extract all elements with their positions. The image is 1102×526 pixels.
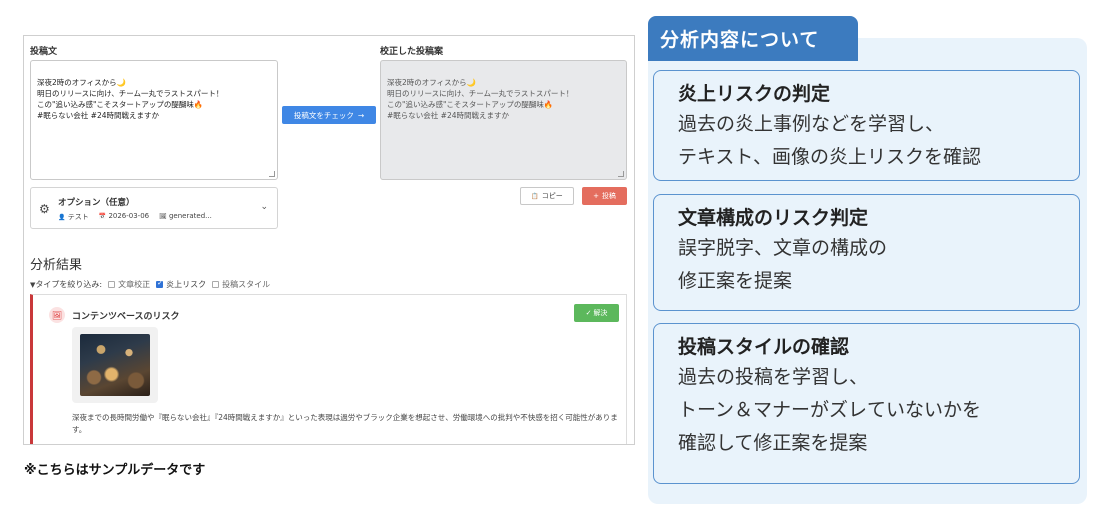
info-box-line: 過去の炎上事例などを学習し、 xyxy=(678,113,945,135)
checkbox-unchecked[interactable] xyxy=(108,281,116,288)
filter-checkbox-proofread[interactable]: 文章校正 xyxy=(108,279,150,290)
filter-option-label: 炎上リスク xyxy=(166,280,207,289)
option-date-value: 2026-03-06 xyxy=(108,212,150,220)
filter-checkbox-flame-risk[interactable]: 炎上リスク xyxy=(156,279,206,290)
arrow-right-icon: → xyxy=(357,110,365,120)
filter-label-text: タイプを絞り込み: xyxy=(35,280,103,289)
calendar-icon: 📅 xyxy=(98,213,107,220)
info-box-line: 誤字脱字、文章の構成の xyxy=(678,237,888,259)
image-risk-icon: 🖼 xyxy=(49,307,65,323)
resize-handle[interactable] xyxy=(618,171,624,177)
resize-handle[interactable] xyxy=(269,171,275,177)
corrected-post-textarea[interactable]: 深夜2時のオフィスから🌙 明日のリリースに向け、チーム一丸でラストスパート！ こ… xyxy=(380,60,627,180)
user-icon: 👤 xyxy=(58,214,66,221)
options-meta: 👤 テスト 📅 2026-03-06 🖼 generated... xyxy=(58,212,212,222)
type-filter: ▼タイプを絞り込み: 文章校正 炎上リスク 投稿スタイル xyxy=(30,279,270,290)
info-panel-tab: 分析内容について xyxy=(648,16,858,61)
check-post-button-label: 投稿文をチェック xyxy=(293,110,354,120)
options-accordion[interactable]: ⚙ オプション（任意） 👤 テスト 📅 2026-03-06 🖼 generat… xyxy=(30,187,278,229)
filter-option-label: 投稿スタイル xyxy=(222,280,271,289)
info-box-line: テキスト、画像の炎上リスクを確認 xyxy=(678,146,982,168)
copy-button[interactable]: 📋 コピー xyxy=(520,187,574,205)
checkbox-checked[interactable] xyxy=(156,279,164,288)
original-post-label: 投稿文 xyxy=(30,47,58,57)
filter-option-label: 文章校正 xyxy=(118,280,151,289)
plus-icon: + xyxy=(593,192,599,200)
info-box-text-structure: 文章構成のリスク判定 誤字脱字、文章の構成の 修正案を提案 xyxy=(653,194,1080,311)
gear-icon: ⚙ xyxy=(39,202,50,216)
copy-button-label: コピー xyxy=(541,192,563,200)
image-icon: 🖼 xyxy=(159,213,167,220)
info-box-title: 投稿スタイルの確認 xyxy=(678,336,850,358)
option-date: 📅 2026-03-06 xyxy=(99,212,149,222)
office-night-photo xyxy=(80,334,150,396)
info-box-flame-risk: 炎上リスクの判定 過去の炎上事例などを学習し、 テキスト、画像の炎上リスクを確認 xyxy=(653,70,1080,181)
option-user: 👤 テスト xyxy=(58,212,89,222)
corrected-post-text: 深夜2時のオフィスから🌙 明日のリリースに向け、チーム一丸でラストスパート！ こ… xyxy=(387,78,574,120)
info-box-line: 過去の投稿を学習し、 xyxy=(678,366,869,388)
image-thumbnail[interactable] xyxy=(72,327,158,403)
option-image-value: generated... xyxy=(168,212,212,220)
info-box-title: 文章構成のリスク判定 xyxy=(678,207,869,229)
original-post-text: 深夜2時のオフィスから🌙 明日のリリースに向け、チーム一丸でラストスパート！ こ… xyxy=(37,78,224,120)
risk-description: 深夜までの長時間労働や『眠らない会社』『24時間戦えますか』といった表現は過労や… xyxy=(72,413,618,434)
info-box-post-style: 投稿スタイルの確認 過去の投稿を学習し、 トーン＆マナーがズレていないかを 確認… xyxy=(653,323,1080,484)
original-post-textarea[interactable]: 深夜2時のオフィスから🌙 明日のリリースに向け、チーム一丸でラストスパート！ こ… xyxy=(30,60,278,180)
checkbox-unchecked[interactable] xyxy=(212,281,220,288)
info-box-line: 確認して修正案を提案 xyxy=(678,432,868,454)
info-box-line: 修正案を提案 xyxy=(678,270,793,292)
options-title: オプション（任意） xyxy=(58,198,135,208)
filter-checkbox-post-style[interactable]: 投稿スタイル xyxy=(212,279,270,290)
chevron-down-icon[interactable]: ⌄ xyxy=(260,202,268,212)
app-window: 投稿文 深夜2時のオフィスから🌙 明日のリリースに向け、チーム一丸でラストスパー… xyxy=(23,35,635,445)
risk-card-title: コンテンツベースのリスク xyxy=(72,312,180,322)
check-icon: ✓ xyxy=(585,309,592,317)
sample-data-note: ※こちらはサンプルデータです xyxy=(24,463,206,478)
risk-result-card: 🖼 コンテンツベースのリスク ✓ 解決 深夜までの長時間労働や『眠らない会社』『… xyxy=(30,294,627,444)
post-button[interactable]: + 投稿 xyxy=(582,187,627,205)
post-button-label: 投稿 xyxy=(601,192,616,200)
check-post-button[interactable]: 投稿文をチェック → xyxy=(282,106,376,124)
copy-icon: 📋 xyxy=(531,192,539,200)
corrected-post-label: 校正した投稿案 xyxy=(380,47,444,57)
info-box-title: 炎上リスクの判定 xyxy=(678,83,831,105)
option-user-value: テスト xyxy=(67,213,89,221)
filter-label: ▼タイプを絞り込み: xyxy=(30,279,102,290)
resolve-button[interactable]: ✓ 解決 xyxy=(574,304,619,322)
resolve-button-label: 解決 xyxy=(593,309,608,317)
info-box-line: トーン＆マナーがズレていないかを xyxy=(678,399,982,421)
option-image: 🖼 generated... xyxy=(159,212,212,222)
results-title: 分析結果 xyxy=(30,258,83,273)
